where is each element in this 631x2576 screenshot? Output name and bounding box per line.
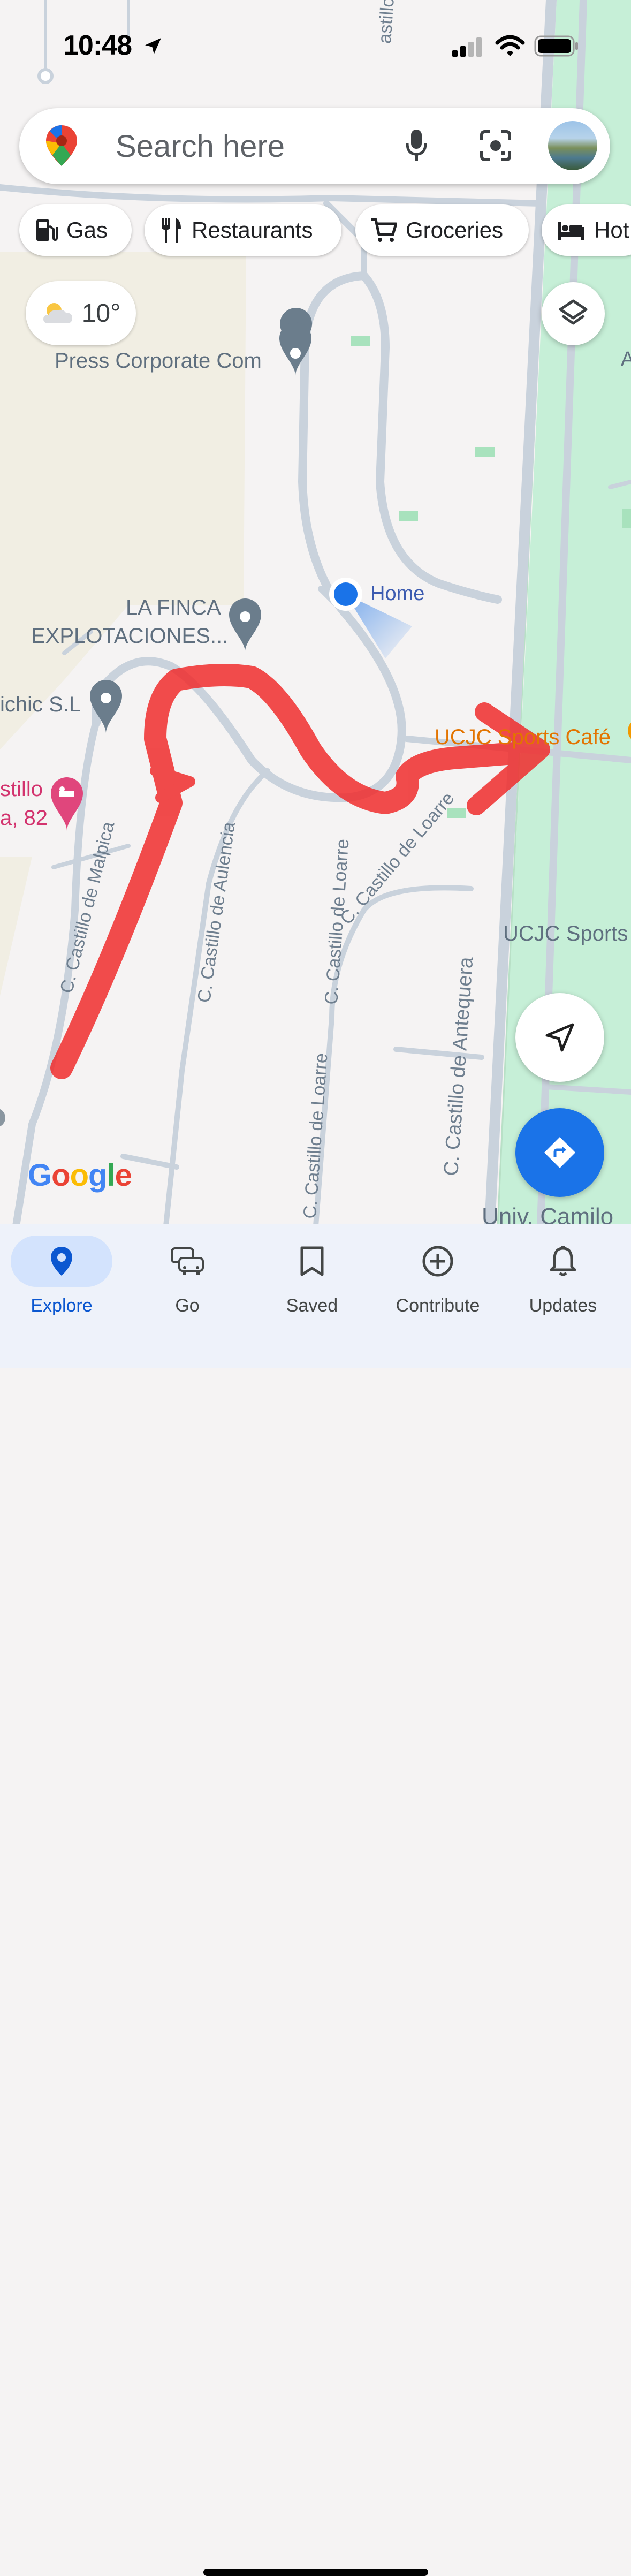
nav-contribute-label: Contribute xyxy=(396,1295,480,1316)
pin-icon xyxy=(51,1247,72,1276)
lens-camera-icon[interactable] xyxy=(480,130,512,162)
bell-icon xyxy=(550,1246,576,1276)
cart-icon xyxy=(371,218,397,242)
chip-restaurants[interactable]: Restaurants xyxy=(145,204,341,256)
avatar[interactable] xyxy=(548,121,597,170)
chip-gas[interactable]: Gas xyxy=(19,204,132,256)
nav-go-label: Go xyxy=(175,1295,200,1316)
car-icon xyxy=(171,1247,204,1275)
place-label-home[interactable]: Home xyxy=(370,582,424,605)
place-label-ucjc-cafe[interactable]: UCJC Sports Café xyxy=(435,725,611,749)
place-label-press-corporate[interactable]: Press Corporate Com xyxy=(55,349,262,373)
place-label-la-finca-2[interactable]: EXPLOTACIONES... xyxy=(31,624,228,648)
nav-updates-label: Updates xyxy=(529,1295,597,1316)
navigation-arrow-icon xyxy=(545,1023,574,1052)
google-maps-pin-icon xyxy=(46,125,77,166)
location-arrow-icon xyxy=(145,38,161,54)
map-edge-label: A xyxy=(621,348,631,370)
chip-groceries[interactable]: Groceries xyxy=(355,204,529,256)
wifi-icon xyxy=(495,35,525,56)
google-logo: Google xyxy=(28,1158,132,1193)
recenter-button[interactable] xyxy=(515,993,604,1082)
weather-temperature: 10° xyxy=(81,299,121,328)
nav-saved-label: Saved xyxy=(286,1295,338,1316)
place-label-la-finca-1[interactable]: LA FINCA xyxy=(126,596,221,620)
bed-icon xyxy=(558,222,584,240)
partly-cloudy-icon xyxy=(43,303,72,323)
directions-button[interactable] xyxy=(515,1108,604,1197)
place-label-hotel-1[interactable]: stillo xyxy=(0,777,43,801)
chip-groceries-label: Groceries xyxy=(406,217,504,243)
battery-icon xyxy=(534,35,578,57)
status-bar: 10:48 xyxy=(0,0,631,80)
layers-button[interactable] xyxy=(542,282,605,345)
chip-gas-label: Gas xyxy=(66,217,108,243)
cellular-signal-icon xyxy=(452,37,482,57)
nav-explore-label: Explore xyxy=(31,1295,93,1316)
home-indicator[interactable] xyxy=(203,2569,428,2576)
directions-icon xyxy=(544,1137,575,1168)
gas-station-icon xyxy=(36,219,58,241)
bottom-nav: Explore Go Saved Contribute Updates xyxy=(0,1224,631,2576)
place-label-ichic[interactable]: ichic S.L xyxy=(0,693,81,717)
place-label-hotel-2[interactable]: a, 82 xyxy=(0,806,48,830)
search-input[interactable]: Search here xyxy=(116,128,285,164)
microphone-icon[interactable] xyxy=(406,128,427,163)
bookmark-icon xyxy=(300,1246,324,1276)
chip-hotels[interactable]: Hot xyxy=(542,204,631,256)
weather-chip[interactable]: 10° xyxy=(26,281,136,345)
fork-knife-icon xyxy=(162,218,181,243)
layers-icon xyxy=(559,299,588,325)
chip-restaurants-label: Restaurants xyxy=(192,217,313,243)
status-time: 10:48 xyxy=(63,30,132,61)
plus-circle-icon xyxy=(422,1246,453,1277)
search-bar[interactable]: Search here xyxy=(19,108,610,184)
place-label-ucjc-sports[interactable]: UCJC Sports xyxy=(503,922,628,946)
chip-hotels-label: Hot xyxy=(594,217,629,243)
